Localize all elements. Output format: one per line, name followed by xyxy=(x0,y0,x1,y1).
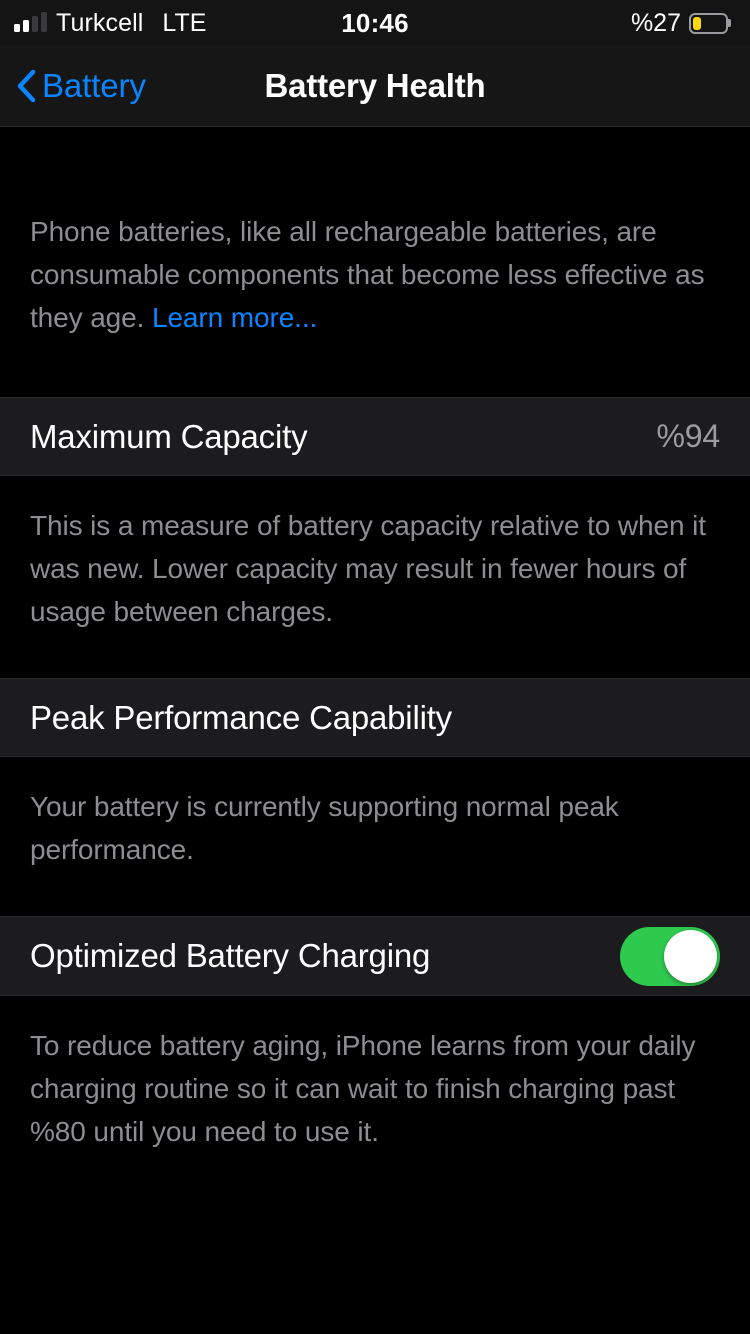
chevron-left-icon xyxy=(16,69,36,103)
cellular-signal-icon xyxy=(14,12,47,34)
optimized-battery-charging-label: Optimized Battery Charging xyxy=(30,937,431,974)
section-gap-1 xyxy=(0,339,750,397)
battery-fill-level xyxy=(693,16,702,30)
optimized-battery-charging-description: To reduce battery aging, iPhone learns f… xyxy=(30,1030,696,1147)
navigation-bar: Battery Battery Health xyxy=(0,46,750,127)
section-gap-3 xyxy=(0,871,750,916)
maximum-capacity-row[interactable]: Maximum Capacity %94 xyxy=(0,397,750,476)
battery-health-screen: Turkcell LTE 10:46 %27 Battery Battery H… xyxy=(0,0,750,1334)
battery-icon xyxy=(689,12,728,34)
optimized-battery-charging-row[interactable]: Optimized Battery Charging xyxy=(0,916,750,996)
carrier-name: Turkcell xyxy=(56,8,144,37)
peak-performance-label: Peak Performance Capability xyxy=(30,698,452,736)
network-type-label: LTE xyxy=(162,8,207,37)
peak-performance-row[interactable]: Peak Performance Capability xyxy=(0,678,750,757)
back-button[interactable]: Battery xyxy=(0,67,146,105)
optimized-battery-charging-toggle[interactable] xyxy=(620,926,720,986)
intro-description-text: Phone batteries, like all rechargeable b… xyxy=(30,216,705,333)
toggle-knob xyxy=(664,929,717,983)
peak-performance-description: Your battery is currently supporting nor… xyxy=(30,791,619,865)
status-bar-left: Turkcell LTE xyxy=(14,9,371,38)
battery-percent-label: %27 xyxy=(630,8,681,37)
status-bar: Turkcell LTE 10:46 %27 xyxy=(0,0,750,46)
maximum-capacity-value: %94 xyxy=(656,418,721,454)
maximum-capacity-description: This is a measure of battery capacity re… xyxy=(30,510,706,627)
learn-more-link[interactable]: Learn more... xyxy=(152,302,317,333)
back-button-label: Battery xyxy=(42,67,146,104)
status-bar-right: %27 xyxy=(371,9,728,38)
settings-content: Phone batteries, like all rechargeable b… xyxy=(0,127,750,1333)
section-gap-2 xyxy=(0,633,750,678)
maximum-capacity-label: Maximum Capacity xyxy=(30,417,308,455)
page-title: Battery Health xyxy=(264,67,486,104)
top-spacer xyxy=(0,127,750,210)
intro-description: Phone batteries, like all rechargeable b… xyxy=(0,210,750,339)
